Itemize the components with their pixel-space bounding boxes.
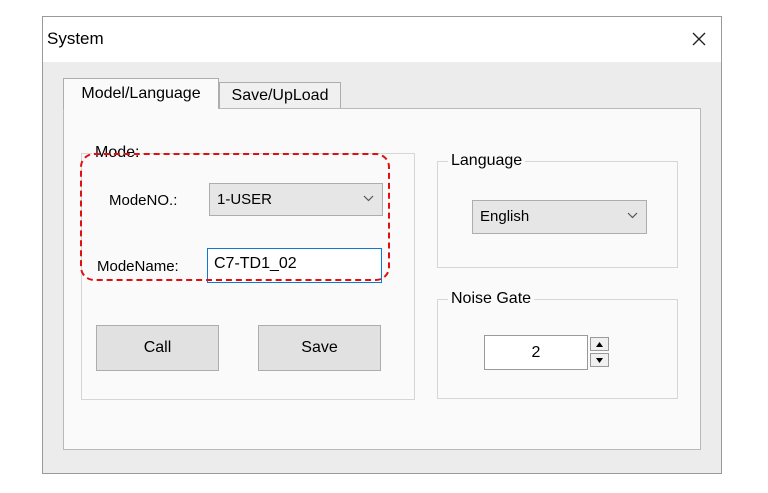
call-button-label: Call — [143, 339, 172, 356]
mode-name-input[interactable]: C7-TD1_02 — [207, 248, 382, 283]
mode-no-dropdown[interactable]: 1-USER — [209, 183, 383, 216]
window-title: System — [47, 29, 104, 48]
mode-name-label: ModeName: — [97, 258, 179, 275]
noise-gate-value: 2 — [531, 343, 541, 361]
call-button[interactable]: Call — [96, 325, 219, 371]
noise-gate-input[interactable]: 2 — [484, 335, 588, 370]
language-group-label: Language — [448, 152, 526, 170]
tab-save-upload-label: Save/UpLoad — [231, 87, 329, 104]
system-dialog: System Model/Language Save/UpLoad Mode: … — [42, 16, 722, 474]
chevron-down-icon — [627, 212, 638, 219]
tab-save-upload[interactable]: Save/UpLoad — [219, 82, 341, 110]
mode-no-value: 1-USER — [217, 191, 273, 208]
language-value: English — [480, 208, 530, 225]
language-group: Language English — [437, 152, 678, 268]
mode-name-value: C7-TD1_02 — [214, 255, 297, 272]
tab-model-language[interactable]: Model/Language — [63, 78, 219, 109]
tab-panel: Mode: ModeNO.: 1-USER ModeName: C7-TD1_0… — [63, 108, 701, 450]
spin-up-icon — [596, 341, 603, 347]
title-bar: System — [43, 17, 721, 62]
spin-down-icon — [596, 357, 603, 363]
noise-gate-group-label: Noise Gate — [448, 290, 535, 308]
mode-group-label: Mode: — [92, 144, 143, 162]
language-dropdown[interactable]: English — [472, 200, 647, 234]
mode-group: Mode: ModeNO.: 1-USER ModeName: C7-TD1_0… — [81, 144, 415, 400]
close-button[interactable] — [683, 23, 715, 55]
chevron-down-icon — [363, 195, 374, 202]
mode-no-label: ModeNO.: — [109, 192, 178, 209]
spin-up-button[interactable] — [590, 337, 609, 351]
save-button-label: Save — [301, 339, 338, 356]
noise-gate-group: Noise Gate 2 — [437, 290, 678, 399]
save-button[interactable]: Save — [258, 325, 381, 371]
tab-model-language-label: Model/Language — [81, 85, 201, 102]
close-icon — [692, 32, 706, 46]
spin-down-button[interactable] — [590, 353, 609, 367]
